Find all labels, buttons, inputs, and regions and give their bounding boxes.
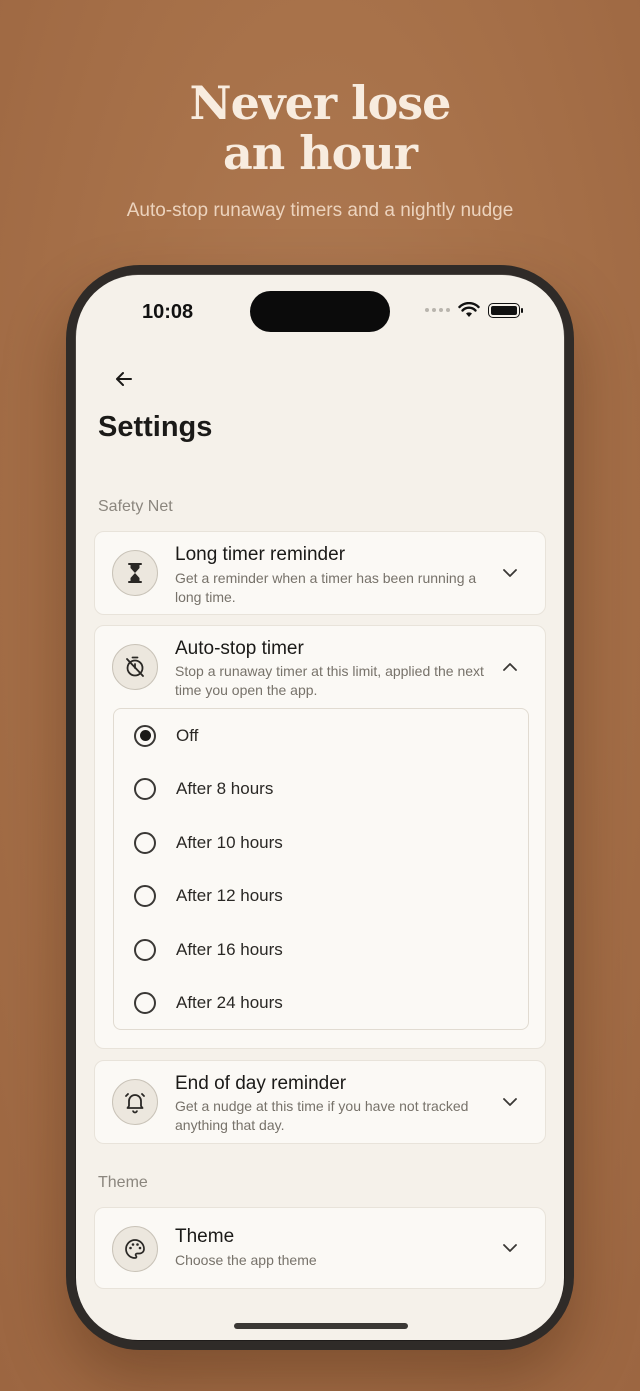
long-timer-description: Get a reminder when a timer has been run… bbox=[175, 570, 477, 605]
status-icons bbox=[425, 302, 523, 318]
radio-button[interactable] bbox=[134, 938, 156, 961]
option-16-hours[interactable]: After 16 hours bbox=[114, 923, 528, 976]
battery-icon bbox=[488, 302, 523, 318]
section-label-safety-net: Safety Net bbox=[98, 498, 173, 515]
home-indicator[interactable] bbox=[234, 1323, 408, 1329]
end-of-day-card[interactable]: End of day reminder Get a nudge at this … bbox=[94, 1060, 546, 1144]
signal-icon bbox=[425, 308, 450, 312]
option-label: After 10 hours bbox=[176, 832, 283, 852]
hero-title: Never lose an hour bbox=[189, 76, 452, 180]
chevron-down-icon[interactable] bbox=[501, 1093, 519, 1111]
auto-stop-description: Stop a runaway timer at this limit, appl… bbox=[175, 663, 484, 698]
auto-stop-options: Off After 8 hours After 10 hours After 1… bbox=[113, 708, 529, 1030]
palette-icon bbox=[112, 1226, 158, 1272]
theme-description: Choose the app theme bbox=[175, 1252, 317, 1268]
option-10-hours[interactable]: After 10 hours bbox=[114, 816, 528, 869]
long-timer-card[interactable]: Long timer reminder Get a reminder when … bbox=[94, 531, 546, 615]
chevron-down-icon[interactable] bbox=[501, 1239, 519, 1257]
end-of-day-title: End of day reminder bbox=[175, 1073, 347, 1094]
radio-button[interactable] bbox=[134, 831, 156, 854]
option-24-hours[interactable]: After 24 hours bbox=[114, 976, 528, 1029]
dynamic-island bbox=[250, 291, 390, 332]
auto-stop-card[interactable]: Auto-stop timer Stop a runaway timer at … bbox=[94, 625, 546, 1049]
hero: Never lose an hour Auto-stop runaway tim… bbox=[0, 78, 640, 222]
long-timer-title: Long timer reminder bbox=[175, 544, 346, 565]
option-label: After 16 hours bbox=[176, 939, 283, 959]
wifi-icon bbox=[458, 302, 480, 317]
option-off[interactable]: Off bbox=[114, 709, 528, 762]
auto-stop-title: Auto-stop timer bbox=[175, 638, 304, 659]
hero-subtitle: Auto-stop runaway timers and a nightly n… bbox=[126, 200, 514, 221]
radio-button[interactable] bbox=[134, 884, 156, 907]
option-label: After 8 hours bbox=[176, 778, 274, 798]
theme-card[interactable]: Theme Choose the app theme bbox=[94, 1207, 546, 1289]
section-label-theme: Theme bbox=[98, 1174, 148, 1191]
radio-button-selected[interactable] bbox=[134, 724, 156, 747]
timer-off-icon bbox=[112, 644, 158, 690]
chevron-down-icon[interactable] bbox=[501, 564, 519, 582]
bell-icon bbox=[112, 1079, 158, 1125]
status-time: 10:08 bbox=[142, 301, 194, 323]
option-8-hours[interactable]: After 8 hours bbox=[114, 762, 528, 815]
chevron-up-icon[interactable] bbox=[501, 658, 519, 676]
theme-title: Theme bbox=[175, 1226, 235, 1247]
option-label: After 24 hours bbox=[176, 992, 283, 1012]
back-arrow-icon[interactable] bbox=[112, 367, 136, 391]
page-title: Settings bbox=[98, 411, 213, 443]
hourglass-icon bbox=[112, 550, 158, 596]
option-label: Off bbox=[176, 725, 199, 745]
radio-button[interactable] bbox=[134, 991, 156, 1014]
end-of-day-description: Get a nudge at this time if you have not… bbox=[175, 1098, 469, 1133]
radio-button[interactable] bbox=[134, 777, 156, 800]
option-label: After 12 hours bbox=[176, 885, 283, 905]
app-screen: 10:08 Settings Safety Net Long timer rem… bbox=[76, 275, 564, 1340]
option-12-hours[interactable]: After 12 hours bbox=[114, 869, 528, 922]
